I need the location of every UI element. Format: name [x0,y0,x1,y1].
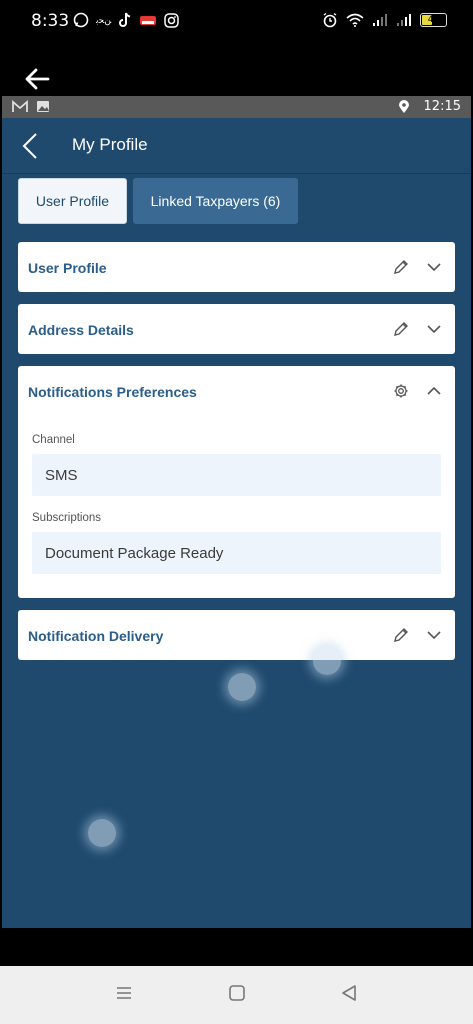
page-title: My Profile [72,135,148,154]
phone-clock: 8:33 [31,11,70,31]
back-arrow-icon[interactable] [22,64,52,94]
section-title: Notification Delivery [28,628,164,644]
section-title: User Profile [28,260,107,276]
location-icon [398,99,409,113]
home-icon[interactable] [228,984,246,1002]
back-triangle-icon[interactable] [340,984,358,1002]
battery-indicator: 40 [420,13,447,27]
alarm-icon [323,12,337,28]
chevron-down-icon[interactable] [427,262,441,272]
gear-icon[interactable] [393,383,409,399]
remote-clock: 12:15 [423,99,461,114]
image-icon [37,101,49,112]
remote-status-bar: 12:15 [2,96,471,118]
gmail-icon [12,100,28,112]
subscriptions-label: Subscriptions [32,512,102,524]
section-address-details[interactable]: Address Details [18,304,455,354]
signal-icon [397,14,411,26]
section-title: Address Details [28,322,134,338]
section-title[interactable]: Notifications Preferences [28,384,197,400]
system-status-icons: 40 [322,12,447,28]
section-notifications-preferences: Notifications Preferences Channel SMS Su… [18,366,455,598]
mail-app-icon [140,16,157,25]
notification-icons: ﻦﺤﺑ [73,12,179,28]
chevron-down-icon[interactable] [427,324,441,334]
tab-user-profile[interactable]: User Profile [18,178,127,224]
remote-app-screen: 12:15 My Profile User Profile Linked Tax… [2,96,471,928]
notification-text-icon: ﻦﺤﺑ [96,15,112,25]
phone-status-bar: 8:33 ﻦﺤﺑ 40 [0,0,473,42]
touch-indicator [88,819,116,847]
subscriptions-field[interactable]: Document Package Ready [32,532,441,574]
chevron-left-icon[interactable] [20,132,40,160]
channel-field[interactable]: SMS [32,454,441,496]
section-user-profile[interactable]: User Profile [18,242,455,292]
chevron-up-icon[interactable] [427,386,441,396]
system-navigation-bar [0,966,473,1024]
signal-icon [373,14,387,26]
chevron-down-icon[interactable] [427,630,441,640]
section-notification-delivery[interactable]: Notification Delivery [18,610,455,660]
edit-pencil-icon[interactable] [393,321,409,337]
edit-pencil-icon[interactable] [393,627,409,643]
touch-indicator [228,673,256,701]
channel-label: Channel [32,434,75,446]
wifi-icon [346,13,364,27]
profile-tabs: User Profile Linked Taxpayers (6) [18,178,298,224]
touch-indicator [313,647,341,675]
app-header: My Profile [2,118,471,174]
edit-pencil-icon[interactable] [393,259,409,275]
recent-apps-icon[interactable] [115,984,133,1002]
instagram-icon [164,12,179,28]
tab-linked-taxpayers[interactable]: Linked Taxpayers (6) [133,178,298,224]
whatsapp-icon [73,12,89,28]
tiktok-icon [119,12,131,27]
